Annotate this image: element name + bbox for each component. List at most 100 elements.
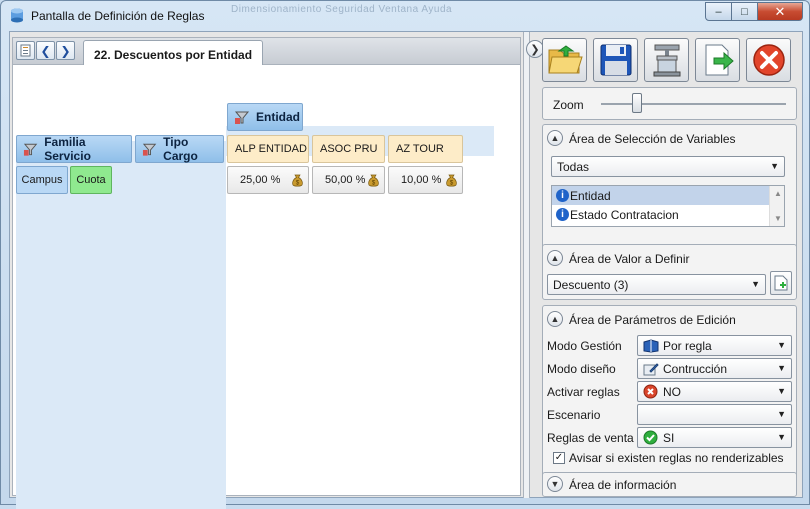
previous-button[interactable]: ❮ <box>36 41 55 60</box>
compress-button[interactable] <box>644 38 689 82</box>
info-panel: ▼ Área de información <box>542 472 797 497</box>
main-window: Pantalla de Definición de Reglas Dimensi… <box>0 0 810 509</box>
modo-diseno-select[interactable]: Contrucción ▼ <box>637 358 792 379</box>
info-icon: i <box>556 208 569 221</box>
new-value-button[interactable] <box>770 271 792 295</box>
row-field-label: Familia Servicio <box>44 135 91 163</box>
close-window-button[interactable]: ✕ <box>758 2 803 21</box>
toolbar <box>542 38 802 82</box>
tab-strip: ❮ ❯ 22. Descuentos por Entidad <box>12 37 521 69</box>
modo-diseno-value: Contrucción <box>663 361 728 376</box>
value-cell[interactable]: 10,00 % $ <box>388 166 463 194</box>
row-value-campus[interactable]: Campus <box>16 166 68 194</box>
chevron-right-icon: ❯ <box>530 43 540 56</box>
database-icon <box>11 8 23 23</box>
export-icon <box>705 44 734 76</box>
reglas-venta-value: SI <box>663 430 675 445</box>
filter-icon <box>23 143 38 156</box>
escenario-label: Escenario <box>547 408 601 422</box>
zoom-panel: Zoom <box>542 87 797 120</box>
column-header-az-tour[interactable]: AZ TOUR <box>388 135 463 163</box>
rules-list-button[interactable] <box>16 41 35 60</box>
value-select[interactable]: Descuento (3) ▼ <box>547 274 766 295</box>
expand-info-button[interactable]: ▼ <box>547 476 563 492</box>
green-check-icon <box>643 430 658 445</box>
row-field-familia-servicio[interactable]: Familia Servicio <box>16 135 132 163</box>
list-item[interactable]: i Entidad <box>552 186 784 205</box>
minimize-button[interactable]: – <box>705 2 732 21</box>
column-field-entidad[interactable]: Entidad <box>227 103 303 131</box>
escenario-select[interactable]: ▼ <box>637 404 792 425</box>
collapse-value-button[interactable]: ▲ <box>547 250 563 266</box>
save-button[interactable] <box>593 38 638 82</box>
value-cell[interactable]: 25,00 % $ <box>227 166 309 194</box>
chevron-right-icon: ❯ <box>60 43 71 58</box>
modo-gestion-select[interactable]: Por regla ▼ <box>637 335 792 356</box>
filter-icon <box>142 143 157 156</box>
new-document-icon <box>774 275 788 291</box>
variables-filter-select[interactable]: Todas ▼ <box>551 156 785 177</box>
avisar-checkbox-row[interactable]: ✓ Avisar si existen reglas no renderizab… <box>553 451 784 465</box>
open-folder-icon <box>547 45 583 74</box>
column-header-asoc-pru[interactable]: ASOC PRU <box>312 135 385 163</box>
document-list-icon <box>20 44 31 57</box>
column-header-alp-entidad[interactable]: ALP ENTIDAD <box>227 135 309 163</box>
chevron-up-icon: ▲ <box>550 133 560 143</box>
title-bar: Pantalla de Definición de Reglas Dimensi… <box>1 1 809 31</box>
value-panel: ▲ Área de Valor a Definir Descuento (3) … <box>542 244 797 300</box>
avisar-label: Avisar si existen reglas no renderizable… <box>569 451 784 465</box>
next-button[interactable]: ❯ <box>56 41 75 60</box>
activar-reglas-select[interactable]: NO ▼ <box>637 381 792 402</box>
list-item[interactable]: i Estado Contratacion <box>552 205 784 224</box>
money-bag-icon: $ <box>446 174 457 187</box>
reglas-venta-label: Reglas de venta <box>547 431 634 445</box>
maximize-button[interactable]: □ <box>732 2 758 21</box>
open-folder-button[interactable] <box>542 38 587 82</box>
chevron-left-icon: ❮ <box>40 43 51 58</box>
chevron-up-icon: ▲ <box>550 314 560 324</box>
value-cell[interactable]: 50,00 % $ <box>312 166 385 194</box>
params-panel-title: Área de Parámetros de Edición <box>569 313 736 327</box>
reglas-venta-select[interactable]: SI ▼ <box>637 427 792 448</box>
list-scrollbar[interactable]: ▲ ▼ <box>769 186 784 226</box>
value-panel-title: Área de Valor a Definir <box>569 252 690 266</box>
row-field-tipo-cargo[interactable]: Tipo Cargo <box>135 135 224 163</box>
book-icon <box>643 338 659 353</box>
close-icon <box>752 44 785 76</box>
collapse-params-button[interactable]: ▲ <box>547 311 563 327</box>
info-panel-title: Área de información <box>569 478 677 492</box>
modo-gestion-value: Por regla <box>663 338 712 353</box>
panel-splitter[interactable] <box>523 32 530 498</box>
collapse-variables-button[interactable]: ▲ <box>547 130 563 146</box>
avisar-checkbox[interactable]: ✓ <box>553 452 565 464</box>
dropdown-arrow-icon: ▼ <box>777 340 786 350</box>
variables-panel: ▲ Área de Selección de Variables Todas ▼… <box>542 124 797 261</box>
dropdown-arrow-icon: ▼ <box>751 279 760 289</box>
modo-gestion-label: Modo Gestión <box>547 339 622 353</box>
params-panel: ▲ Área de Parámetros de Edición Modo Ges… <box>542 305 797 495</box>
export-button[interactable] <box>695 38 740 82</box>
background-menu-text: Dimensionamiento Seguridad Ventana Ayuda <box>231 4 453 15</box>
row-area-background <box>16 171 226 509</box>
chevron-up-icon: ▲ <box>550 253 560 263</box>
list-item-label: Entidad <box>570 188 611 203</box>
info-icon: i <box>556 189 569 202</box>
zoom-slider-thumb[interactable] <box>632 93 643 113</box>
money-bag-icon: $ <box>292 174 303 187</box>
column-field-label: Entidad <box>256 110 300 124</box>
variables-filter-value: Todas <box>557 159 590 174</box>
chevron-down-icon: ▼ <box>550 479 560 489</box>
dropdown-arrow-icon: ▼ <box>777 386 786 396</box>
list-item-label: Estado Contratacion <box>570 207 679 222</box>
dropdown-arrow-icon: ▼ <box>770 161 779 171</box>
modo-diseno-label: Modo diseño <box>547 362 616 376</box>
cancel-button[interactable] <box>746 38 791 82</box>
activar-reglas-label: Activar reglas <box>547 385 620 399</box>
client-area: ❮ ❯ 22. Descuentos por Entidad Entidad F… <box>9 31 803 509</box>
cell-value: 50,00 % <box>325 174 366 186</box>
row-value-cuota[interactable]: Cuota <box>70 166 112 194</box>
press-icon <box>653 44 680 77</box>
zoom-track <box>601 103 786 105</box>
floppy-disk-icon <box>600 44 631 76</box>
red-x-icon <box>643 384 658 399</box>
